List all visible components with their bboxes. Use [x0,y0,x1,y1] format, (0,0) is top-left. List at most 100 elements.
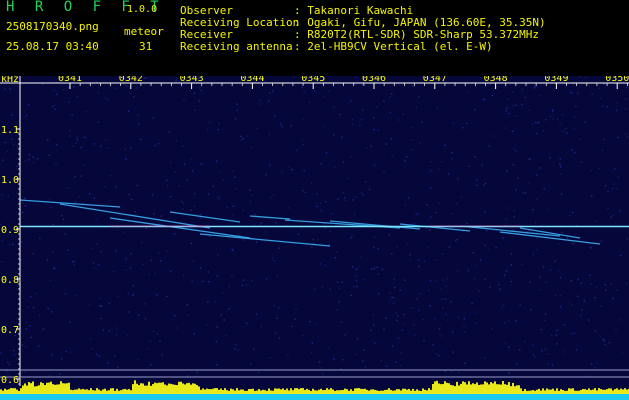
noise-dot [100,145,102,147]
noise-dot [566,132,568,134]
noise-dot [539,289,541,291]
noise-dot [329,231,331,233]
power-bar [66,383,68,394]
noise-dot [590,247,592,249]
power-bar [124,388,126,394]
noise-dot [26,322,28,324]
noise-dot [572,243,574,245]
power-bar [538,388,540,394]
noise-dot [543,188,545,190]
noise-dot [464,362,466,364]
noise-dot [604,343,606,346]
noise-dot [130,253,132,255]
noise-dot [84,136,86,139]
noise-dot [535,121,537,124]
power-bar [160,382,162,394]
power-bar [272,390,274,394]
noise-dot [80,175,82,177]
noise-dot [350,237,352,239]
power-bar [392,390,394,394]
noise-dot [515,319,517,322]
noise-dot [242,137,244,140]
noise-dot [421,121,423,124]
power-bar [284,389,286,394]
noise-dot [181,200,183,203]
noise-dot [473,278,476,280]
power-bar [46,382,48,394]
noise-dot [391,253,393,255]
power-bar [206,388,208,394]
noise-dot [72,261,74,263]
noise-dot [450,301,452,303]
power-bar [92,390,94,394]
power-bar [446,382,448,394]
noise-dot [51,311,53,313]
power-bar [36,386,38,394]
noise-dot [452,351,454,353]
noise-dot [577,92,579,94]
power-bar [572,388,574,394]
noise-dot [559,276,562,279]
noise-dot [264,231,267,233]
noise-dot [467,91,469,94]
noise-dot [124,84,127,87]
noise-dot [166,250,168,253]
power-bar [112,388,114,394]
noise-dot [510,280,513,283]
power-bar [490,382,492,394]
noise-dot [351,123,354,125]
noise-dot [236,103,238,105]
noise-dot [466,122,468,125]
noise-dot [72,86,75,88]
noise-dot [399,289,401,291]
noise-dot [411,139,413,141]
power-bar [270,390,272,394]
noise-dot [234,118,237,120]
noise-dot [544,348,547,351]
noise-dot [546,235,548,237]
noise-dot [226,206,228,209]
power-bar [138,385,140,394]
noise-dot [385,317,387,319]
noise-dot [193,332,195,335]
noise-dot [603,340,606,342]
noise-dot [53,105,55,107]
noise-dot [409,259,411,262]
noise-dot [249,200,251,203]
noise-dot [235,344,237,346]
power-bar [304,389,306,394]
noise-dot [571,333,573,335]
noise-dot [524,340,526,343]
noise-dot [610,216,612,218]
noise-dot [559,306,562,308]
noise-dot [591,93,593,96]
noise-dot [115,334,117,336]
noise-dot [200,89,202,92]
power-bar [450,384,452,394]
power-bar [26,385,28,394]
noise-dot [515,188,517,191]
noise-dot [309,101,311,103]
noise-dot [75,294,77,297]
noise-dot [122,232,125,234]
noise-dot [319,263,321,265]
power-bar [346,389,348,394]
noise-dot [336,251,338,253]
noise-dot [526,230,528,233]
noise-dot [32,252,34,255]
noise-dot [100,250,102,253]
noise-dot [415,213,417,215]
power-bar [496,384,498,394]
noise-dot [536,174,538,176]
noise-dot [571,92,574,94]
noise-dot [542,266,545,268]
noise-dot [221,292,224,294]
noise-dot [572,211,574,214]
noise-dot [48,198,51,200]
power-bar [144,385,146,394]
noise-dot [373,268,375,270]
power-bar [396,389,398,394]
noise-dot [515,115,518,117]
noise-dot [174,171,176,173]
power-bar [168,383,170,394]
